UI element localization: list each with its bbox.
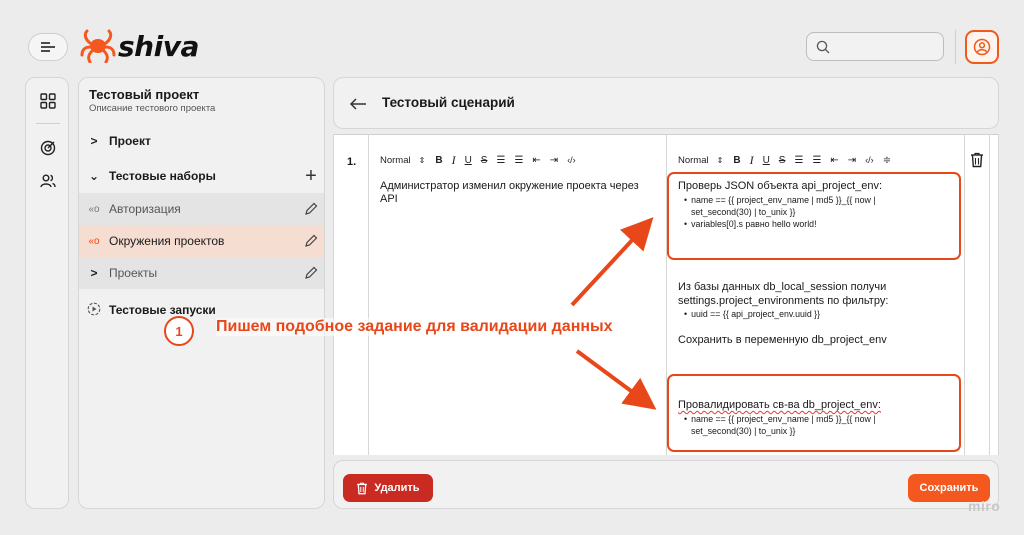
annotation-text: Пишем подобное задание для валидации дан… [216, 318, 613, 336]
trash-icon [357, 482, 368, 494]
user-circle-icon [973, 38, 991, 56]
tree-item-projects[interactable]: > Проекты [79, 257, 324, 289]
code-icon[interactable]: ‹/› [567, 155, 576, 165]
underline-icon[interactable]: U [763, 155, 770, 166]
outdent-icon[interactable]: ⇤ [830, 155, 838, 166]
users-icon[interactable] [38, 171, 58, 191]
scenario-header: Тестовый сценарий [333, 77, 999, 129]
updown-chevron-icon[interactable]: ⇕ [419, 156, 426, 165]
project-description: Описание тестового проекта [89, 103, 216, 114]
indent-icon[interactable]: ⇥ [550, 155, 558, 166]
column-divider [368, 134, 369, 455]
strikethrough-icon[interactable]: S [779, 155, 786, 166]
grid-icon[interactable] [38, 91, 58, 111]
tree-item-label: Тестовые наборы [109, 169, 216, 183]
divider-icon[interactable]: ≑ [883, 155, 891, 166]
spider-logo-icon [80, 29, 116, 63]
save-button-label: Сохранить [919, 482, 979, 494]
navigation-rail [25, 77, 69, 509]
project-panel: Тестовый проект Описание тестового проек… [78, 77, 325, 509]
step-editor: 1. Normal ⇕ B I U S ☰ ☰ ⇤ ⇥ ‹/› Админист… [333, 134, 999, 455]
search-box[interactable] [806, 32, 944, 61]
play-circle-icon [79, 302, 109, 319]
indent-icon[interactable]: ⇥ [848, 155, 856, 166]
scenario-footer: Удалить Сохранить [333, 460, 999, 509]
delete-button-label: Удалить [374, 482, 420, 494]
column-divider [964, 134, 965, 455]
underline-icon[interactable]: U [465, 155, 472, 166]
add-suite-icon[interactable]: + [296, 165, 324, 188]
menu-button[interactable] [28, 33, 68, 61]
expected-line: Из базы данных db_local_session получи [678, 281, 887, 293]
tree-item-project-environments[interactable]: «o Окружения проектов [79, 225, 324, 257]
edit-pencil-icon[interactable] [296, 202, 324, 216]
expected-block-db-query[interactable]: Из базы данных db_local_session получи s… [678, 281, 958, 348]
trash-icon[interactable] [970, 152, 984, 168]
back-arrow-icon[interactable] [348, 94, 368, 114]
bold-icon[interactable]: B [733, 155, 740, 166]
tree-item-label: Окружения проектов [109, 234, 225, 248]
search-input[interactable] [836, 39, 936, 54]
step-number: 1. [347, 156, 357, 168]
annotation-number: 1 [164, 316, 194, 346]
expected-line: Сохранить в переменную db_project_env [678, 334, 887, 346]
edit-pencil-icon[interactable] [296, 234, 324, 248]
code-icon[interactable]: ‹/› [865, 155, 874, 165]
highlight-box [667, 374, 961, 452]
list-item: uuid == {{ api_project_env.uuid }} [684, 308, 958, 320]
text-style-select[interactable]: Normal [380, 155, 411, 166]
header-divider [955, 30, 956, 64]
action-editor-toolbar: Normal ⇕ B I U S ☰ ☰ ⇤ ⇥ ‹/› [380, 153, 585, 167]
tree-item-authorization[interactable]: «o Авторизация [79, 193, 324, 225]
search-icon [816, 40, 830, 53]
tree-item-test-suites[interactable]: ⌄ Тестовые наборы + [79, 160, 324, 192]
text-style-select[interactable]: Normal [678, 155, 709, 166]
menu-icon [41, 42, 55, 52]
strikethrough-icon[interactable]: S [481, 155, 488, 166]
scenario-title: Тестовый сценарий [382, 95, 515, 110]
tree-item-label: Авторизация [109, 202, 181, 216]
expected-line: settings.project_environments по фильтру… [678, 294, 889, 307]
tree-item-label: Тестовые запуски [109, 303, 216, 317]
miro-watermark: miro [968, 498, 1001, 514]
expected-list: uuid == {{ api_project_env.uuid }} [678, 308, 958, 320]
chevron-right-icon: > [90, 266, 98, 280]
suite-icon: «o [88, 203, 100, 215]
tree-item-project[interactable]: > Проект [79, 125, 324, 157]
tree-item-label: Проекты [109, 266, 158, 280]
italic-icon[interactable]: I [452, 153, 456, 168]
profile-button[interactable] [965, 30, 999, 64]
expected-editor-toolbar: Normal ⇕ B I U S ☰ ☰ ⇤ ⇥ ‹/› ≑ [678, 153, 900, 167]
logo-text: shiva [118, 29, 199, 63]
suite-icon: «o [88, 235, 100, 247]
target-icon[interactable] [38, 138, 58, 158]
chevron-down-icon: ⌄ [88, 169, 100, 183]
updown-chevron-icon[interactable]: ⇕ [717, 156, 724, 165]
ordered-list-icon[interactable]: ☰ [496, 155, 505, 166]
ordered-list-icon[interactable]: ☰ [794, 155, 803, 166]
italic-icon[interactable]: I [750, 153, 754, 168]
project-title: Тестовый проект [89, 87, 200, 102]
outdent-icon[interactable]: ⇤ [532, 155, 540, 166]
chevron-right-icon: > [90, 134, 98, 148]
step-action-text[interactable]: Администратор изменил окружение проекта … [380, 180, 655, 206]
bold-icon[interactable]: B [435, 155, 442, 166]
delete-button[interactable]: Удалить [343, 474, 433, 502]
bullet-list-icon[interactable]: ☰ [514, 155, 523, 166]
rail-divider [36, 123, 60, 124]
edit-pencil-icon[interactable] [296, 266, 324, 280]
column-divider [989, 134, 990, 455]
highlight-box [667, 172, 961, 260]
app-logo[interactable]: shiva [80, 26, 199, 66]
tree-item-label: Проект [109, 134, 151, 148]
bullet-list-icon[interactable]: ☰ [812, 155, 821, 166]
